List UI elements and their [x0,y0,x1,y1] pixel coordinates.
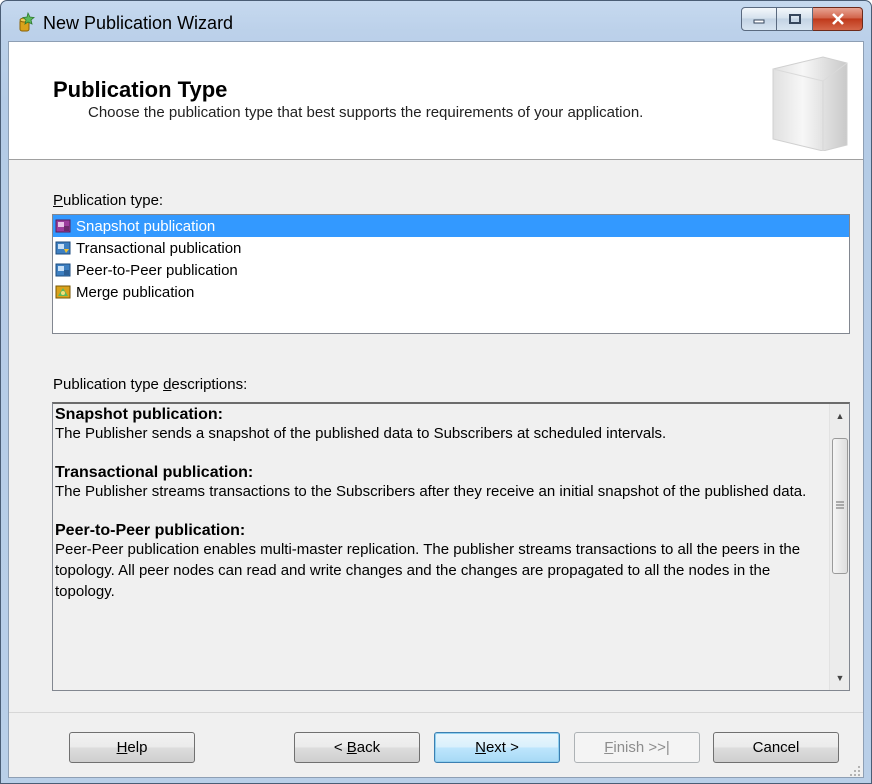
caption-buttons [741,7,863,31]
merge-icon [55,285,71,299]
scroll-up-button[interactable]: ▲ [830,406,849,426]
list-item-peer-to-peer[interactable]: Peer-to-Peer publication [53,259,849,281]
button-label: Cancel [752,739,800,756]
description-title: Snapshot publication: [55,406,223,423]
list-item-label: Snapshot publication [76,217,216,235]
cancel-button[interactable]: Cancel [713,732,839,763]
wizard-app-icon [19,11,35,32]
grip-icon [836,501,844,509]
publication-type-list[interactable]: Snapshot publication Transactional publi… [52,214,850,334]
publication-descriptions-box[interactable]: Snapshot publication: The Publisher send… [52,402,850,691]
list-item-label: Peer-to-Peer publication [76,261,238,279]
description-body: The Publisher sends a snapshot of the pu… [55,425,667,442]
publication-type-descriptions-label: Publication type descriptions: [53,376,247,393]
help-button[interactable]: Help [69,732,195,763]
scrollbar-thumb[interactable] [832,438,848,574]
button-label: ack [356,739,381,756]
maximize-icon [788,14,801,24]
list-item-label: Transactional publication [76,239,242,257]
description-body: The Publisher streams transactions to th… [55,483,807,500]
title-bar[interactable]: New Publication Wizard [1,1,871,41]
window-title: New Publication Wizard [43,13,234,33]
wizard-window: New Publication Wizard Publication Type … [0,0,872,784]
description-section: Transactional publication: The Publisher… [55,464,825,502]
vertical-scrollbar[interactable]: ▲ ▼ [829,404,849,690]
label-prefix: Publication type [53,376,164,393]
list-item-label: Merge publication [76,283,195,301]
database-graphic-icon [772,56,848,151]
snapshot-icon [55,219,71,233]
description-body: Peer-Peer publication enables multi-mast… [55,541,801,600]
description-title: Peer-to-Peer publication: [55,522,246,539]
description-title: Transactional publication: [55,464,254,481]
description-section: Peer-to-Peer publication: Peer-Peer publ… [55,522,825,602]
transactional-icon [55,241,71,255]
wizard-client-area: Publication Type Choose the publication … [8,41,864,778]
label-rest: escriptions: [171,376,248,393]
button-accelerator: B [346,739,357,756]
button-label: elp [127,739,148,756]
descriptions-content: Snapshot publication: The Publisher send… [55,406,825,622]
finish-button[interactable]: Finish >>| [574,732,700,763]
back-button[interactable]: < Back [294,732,420,763]
list-item-merge[interactable]: Merge publication [53,281,849,303]
button-accelerator: F [604,739,614,756]
page-title: Publication Type [53,77,228,102]
button-bar: Help < Back Next > Finish >>| Cancel [9,712,863,779]
maximize-button[interactable] [777,7,813,31]
label-rest: ublication type: [63,192,164,209]
scroll-up-arrow-icon: ▲ [835,411,845,421]
label-accelerator: P [53,192,64,209]
button-prefix: < [333,739,347,756]
scroll-down-arrow-icon: ▼ [835,673,845,683]
button-label: inish >>| [613,739,670,756]
scroll-down-button[interactable]: ▼ [830,668,849,688]
button-label: ext > [485,739,519,756]
button-accelerator: H [116,739,128,756]
close-icon [831,13,844,25]
page-description: Choose the publication type that best su… [88,104,644,121]
description-section: Snapshot publication: The Publisher send… [55,406,825,444]
close-button[interactable] [813,7,863,31]
list-item-transactional[interactable]: Transactional publication [53,237,849,259]
list-item-snapshot[interactable]: Snapshot publication [53,215,849,237]
resize-grip-icon[interactable] [849,765,861,777]
button-accelerator: N [475,739,486,756]
minimize-button[interactable] [741,7,777,31]
next-button[interactable]: Next > [434,732,560,763]
peer-to-peer-icon [55,263,71,277]
publication-type-label: Publication type: [53,192,163,209]
wizard-header: Publication Type Choose the publication … [9,42,863,160]
minimize-icon [753,19,765,24]
